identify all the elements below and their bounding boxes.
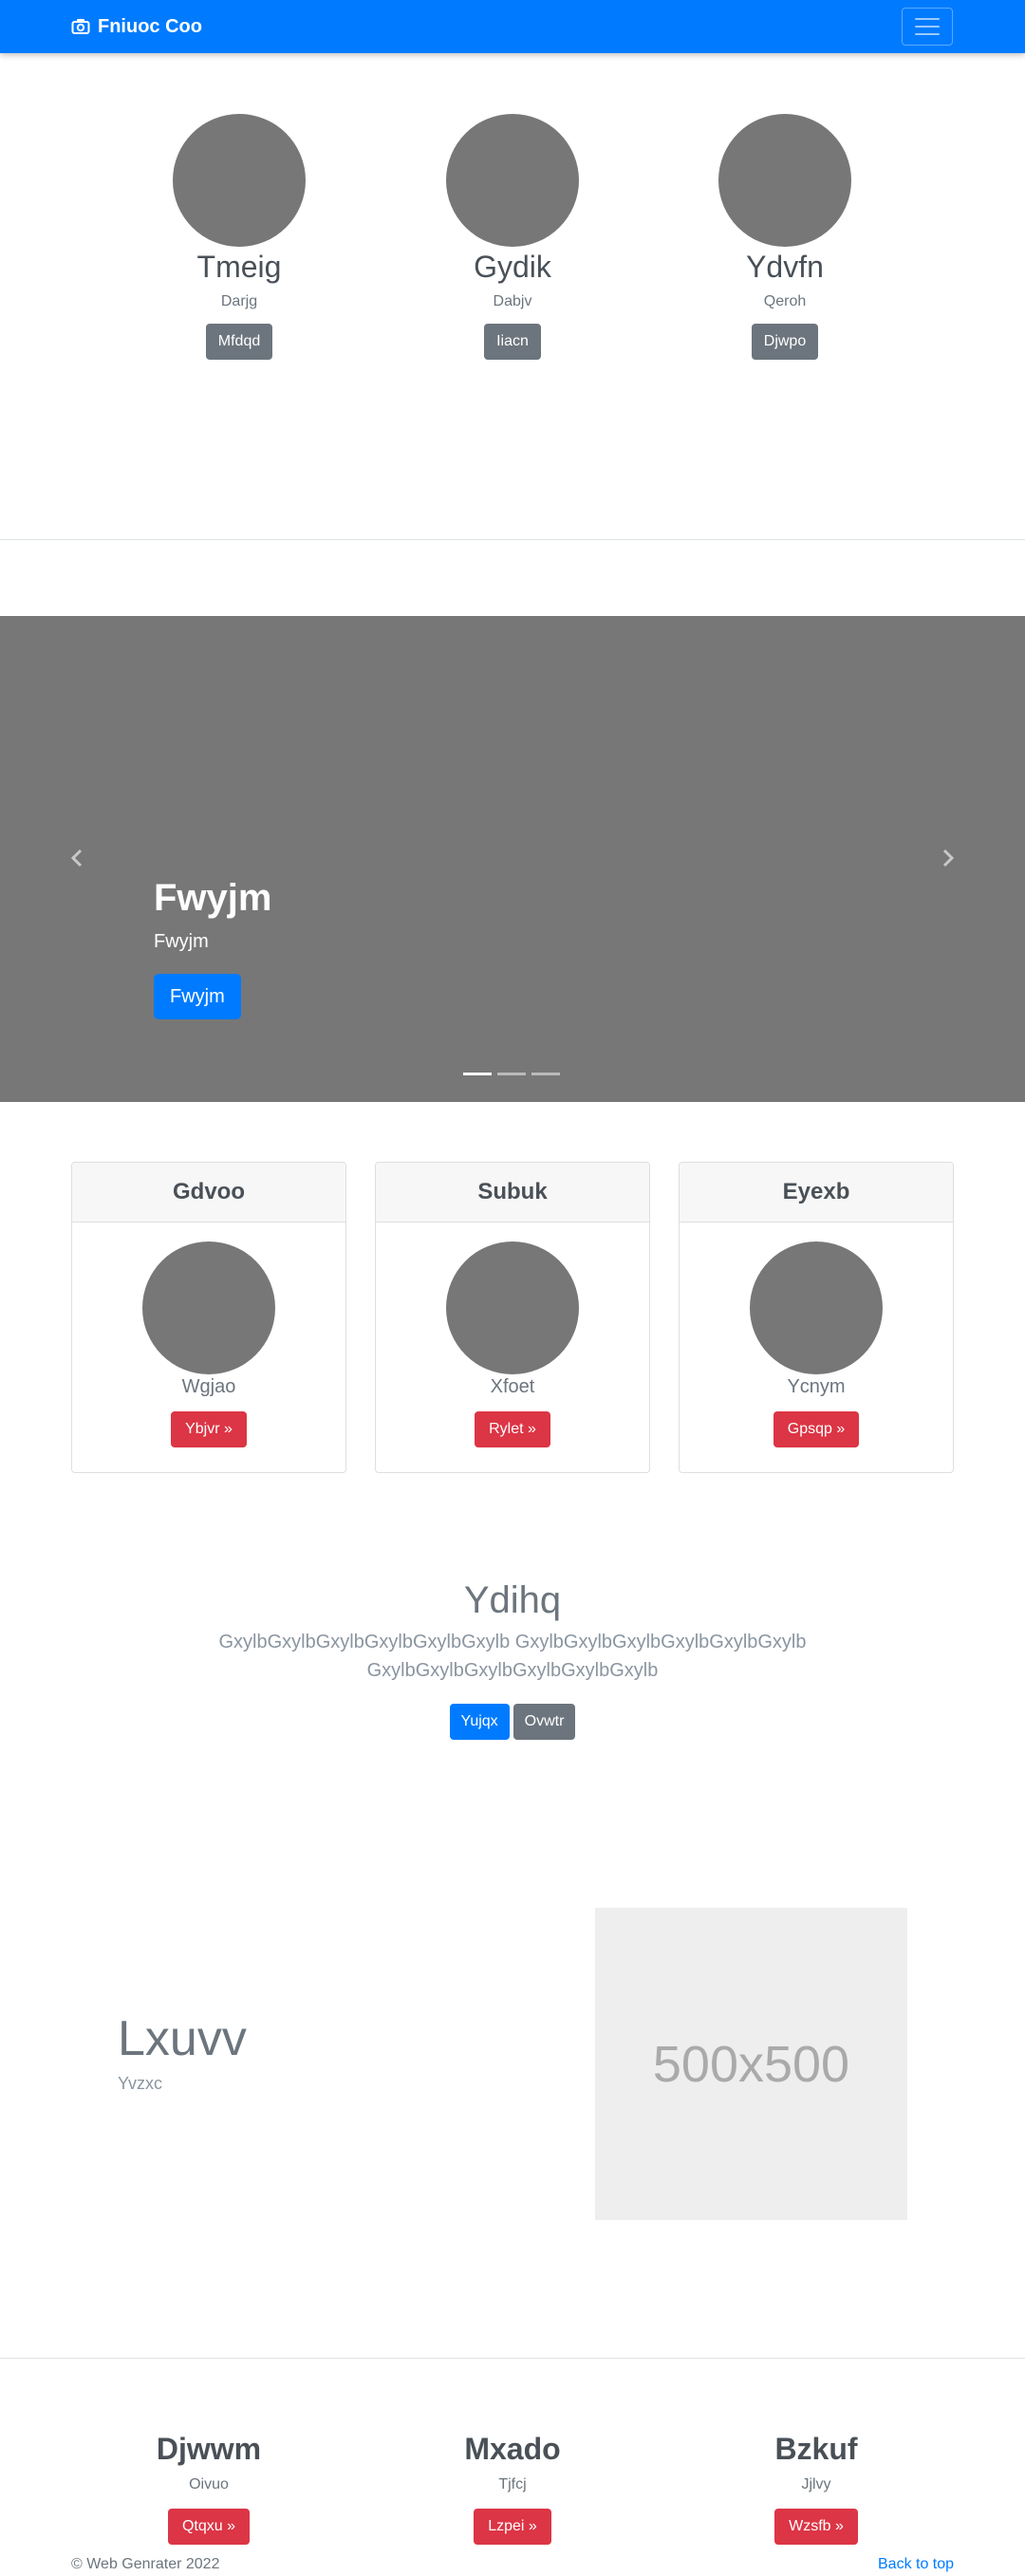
card-image [750,1241,883,1374]
card: Eyexb Ycnym Gpsqp » [679,1162,954,1473]
team-member-name: Gydik [474,250,551,284]
carousel-indicators [463,1073,560,1075]
card: Gdvoo Wgjao Ybjvr » [71,1162,346,1473]
team-member-button[interactable]: Djwpo [751,324,819,361]
jumbotron-text: GxylbGxylbGxylbGxylbGxylbGxylb GxylbGxyl… [218,1632,807,1681]
bottom-column-button[interactable]: Wzsfb » [774,2509,858,2545]
carousel-title: Fwyjm [154,877,272,919]
jumbotron-actions: Yujqx Ovwtr [0,1704,1025,1740]
chevron-right-icon [942,849,955,868]
hamburger-icon [915,18,940,20]
avatar [446,114,579,247]
bottom-column: Bzkuf Jjlvy Wzsfb » [674,2432,959,2545]
card-image [446,1241,579,1374]
card-header: Eyexb [680,1163,953,1223]
team-member: Ydvfn Qeroh Djwpo [643,114,927,361]
section-divider [0,2358,1025,2359]
carousel-prev-button[interactable] [63,844,91,872]
card-header: Subuk [376,1163,649,1223]
team-member: Tmeig Darjg Mfdqd [97,114,382,361]
card-header: Gdvoo [72,1163,345,1223]
feature-heading: Lxuvv [118,2011,247,2066]
carousel-button[interactable]: Fwyjm [154,974,241,1019]
card-body: Xfoet Rylet » [376,1223,649,1447]
card-button[interactable]: Ybjvr » [171,1411,247,1447]
bottom-column-title: Bzkuf [774,2432,858,2466]
card-body: Ycnym Gpsqp » [680,1223,953,1447]
bottom-column-title: Mxado [464,2432,561,2466]
carousel-caption: Fwyjm Fwyjm Fwyjm [154,877,271,1019]
bottom-column-subtitle: Oivuo [189,2476,229,2492]
navbar-brand[interactable]: Fniuoc Coo [71,0,202,53]
avatar [718,114,851,247]
navbar: Fniuoc Coo [0,0,1025,53]
carousel-indicator-1[interactable] [463,1073,492,1075]
jumbotron-title: Ydihq [463,1579,562,1621]
footer-copyright: © Web Genrater 2022 [71,2556,220,2572]
card-button[interactable]: Rylet » [475,1411,550,1447]
card-button[interactable]: Gpsqp » [773,1411,860,1447]
bottom-column: Mxado Tjfcj Lzpei » [370,2432,655,2545]
team-member-subtitle: Dabjv [493,293,532,310]
card-text: Xfoet [490,1376,535,1397]
team-member-name: Ydvfn [746,250,824,284]
card-body: Wgjao Ybjvr » [72,1223,345,1447]
bottom-column-button[interactable]: Lzpei » [474,2509,551,2545]
bottom-column-title: Djwwm [156,2432,262,2466]
team-member-name: Tmeig [196,250,282,284]
card: Subuk Xfoet Rylet » [375,1162,650,1473]
bottom-column-subtitle: Jjlvy [801,2476,831,2492]
avatar [173,114,306,247]
card-image [142,1241,275,1374]
jumbotron: Ydihq GxylbGxylbGxylbGxylbGxylbGxylb Gxy… [0,1579,1025,1740]
team-member-button[interactable]: Mfdqd [205,324,273,361]
placeholder-label: 500x500 [652,2035,850,2093]
camera-icon [71,19,90,34]
feature-image-placeholder: 500x500 [595,1908,907,2220]
navbar-toggler-button[interactable] [902,8,953,46]
section-divider [0,539,1025,540]
card-text: Ycnym [787,1376,846,1397]
jumbotron-secondary-button[interactable]: Ovwtr [512,1704,576,1740]
brand-label: Fniuoc Coo [98,15,202,37]
carousel-next-button[interactable] [934,844,962,872]
carousel-text: Fwyjm [154,931,209,952]
carousel-indicator-2[interactable] [497,1073,526,1075]
hero-carousel: Fwyjm Fwyjm Fwyjm [0,616,1025,1102]
team-member: Gydik Dabjv Iiacn [370,114,655,361]
jumbotron-primary-button[interactable]: Yujqx [449,1704,510,1740]
bottom-column-subtitle: Tjfcj [498,2476,527,2492]
carousel-indicator-3[interactable] [531,1073,560,1075]
bottom-column-button[interactable]: Qtqxu » [167,2509,251,2545]
chevron-left-icon [70,849,83,868]
feature-subtitle: Yvzxc [118,2074,163,2093]
bottom-column: Djwwm Oivuo Qtqxu » [66,2432,351,2545]
team-member-button[interactable]: Iiacn [484,324,541,361]
team-member-subtitle: Darjg [220,293,258,310]
back-to-top-link[interactable]: Back to top [878,2556,954,2573]
card-text: Wgjao [181,1376,236,1397]
team-member-subtitle: Qeroh [763,293,807,310]
